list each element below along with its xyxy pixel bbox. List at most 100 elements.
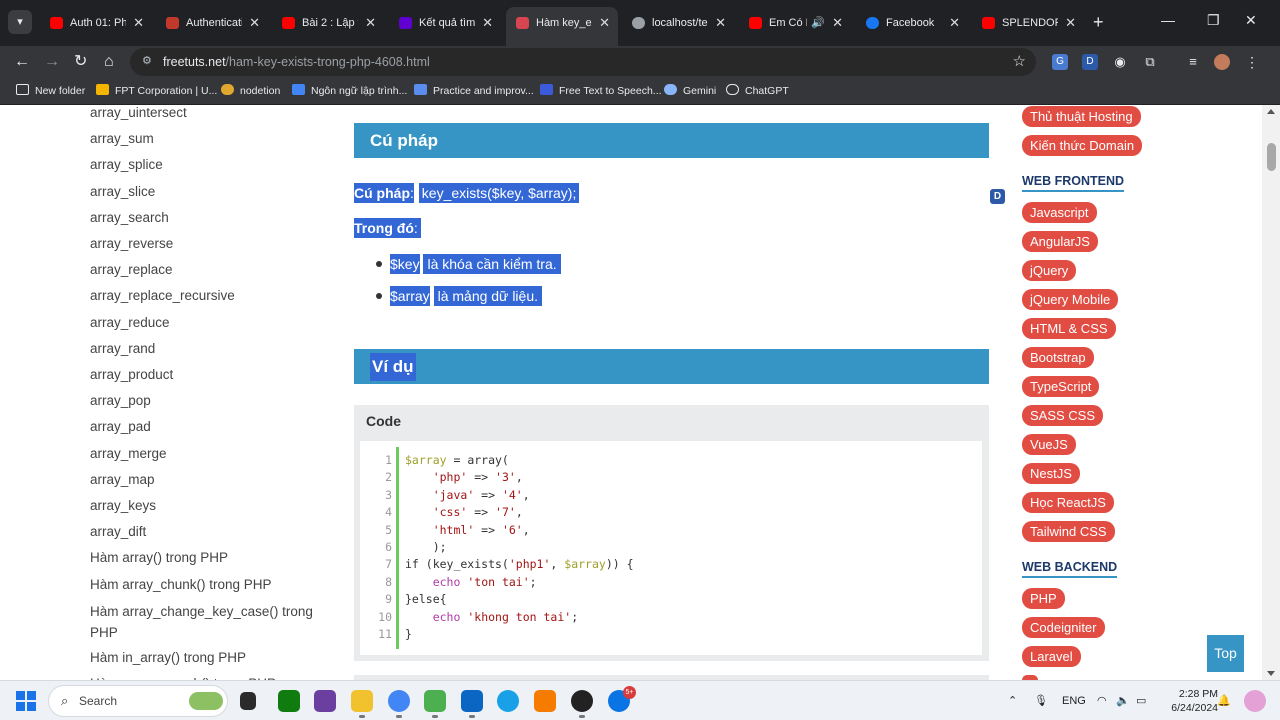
- tag-link[interactable]: Bootstrap: [1022, 347, 1094, 368]
- menu-link[interactable]: array_reverse: [90, 231, 330, 257]
- back-to-top-button[interactable]: Top: [1207, 635, 1244, 672]
- tag-link[interactable]: VueJS: [1022, 434, 1076, 455]
- kebab-menu-icon[interactable]: ⋮: [1244, 54, 1260, 70]
- bookmark-item[interactable]: FPT Corporation | U...: [96, 78, 217, 104]
- windows-start-icon[interactable]: [16, 691, 36, 711]
- tag-link[interactable]: Javascript: [1022, 202, 1097, 223]
- menu-link[interactable]: array_rand: [90, 336, 330, 362]
- browser-tab[interactable]: Bài 2 : Lập trì ✕: [272, 7, 384, 39]
- taskbar-search[interactable]: ⌕ Search: [48, 685, 228, 717]
- menu-link[interactable]: array_map: [90, 467, 330, 493]
- system-clock[interactable]: 2:28 PM 6/24/2024: [1158, 687, 1218, 715]
- close-icon[interactable]: ✕: [482, 7, 493, 39]
- translate-extension-icon[interactable]: G: [1052, 54, 1068, 70]
- bookmark-item[interactable]: Gemini: [664, 78, 716, 104]
- bookmark-item[interactable]: Ngôn ngữ lập trình...: [292, 78, 407, 104]
- copilot-icon[interactable]: [1244, 690, 1266, 712]
- browser-tab[interactable]: Kết quả tìm k ✕: [389, 7, 501, 39]
- minimize-icon[interactable]: —: [1161, 12, 1175, 28]
- language-indicator[interactable]: ENG: [1062, 681, 1086, 720]
- scroll-thumb[interactable]: [1267, 143, 1276, 171]
- forward-arrow-icon[interactable]: →: [44, 51, 60, 73]
- bookmark-item[interactable]: ChatGPT: [726, 78, 789, 104]
- window-close-icon[interactable]: ✕: [1245, 12, 1257, 29]
- menu-link[interactable]: array_dift: [90, 519, 330, 545]
- browser-tab[interactable]: Authentication ✕: [156, 7, 268, 39]
- speaker-icon[interactable]: 🔊: [811, 7, 825, 39]
- task-view-icon[interactable]: [240, 692, 256, 710]
- tag-link[interactable]: jQuery Mobile: [1022, 289, 1119, 310]
- file-explorer-icon[interactable]: [351, 690, 373, 718]
- volume-icon[interactable]: 🔈: [1116, 681, 1130, 720]
- address-url[interactable]: freetuts.net/ham-key-exists-trong-php-46…: [163, 48, 430, 76]
- new-tab-plus-icon[interactable]: +: [1093, 11, 1104, 33]
- battery-icon[interactable]: ▭: [1136, 681, 1146, 720]
- menu-link[interactable]: Hàm in_array() trong PHP: [90, 645, 330, 671]
- bookmark-item[interactable]: New folder: [16, 78, 85, 104]
- tag-link[interactable]: Học ReactJS: [1022, 492, 1114, 513]
- extensions-puzzle-icon[interactable]: ⧉: [1142, 54, 1158, 70]
- menu-link[interactable]: Hàm array_change_key_case() trong PHP: [90, 598, 330, 645]
- edge-icon[interactable]: [497, 690, 519, 712]
- close-icon[interactable]: ✕: [599, 7, 610, 39]
- tag-link[interactable]: TypeScript: [1022, 376, 1100, 397]
- bookmark-item[interactable]: Practice and improv...: [414, 78, 534, 104]
- menu-link[interactable]: array_product: [90, 362, 330, 388]
- menu-link[interactable]: array_pad: [90, 414, 330, 440]
- tag-link[interactable]: Kiến thức Domain: [1022, 135, 1143, 156]
- xampp-icon[interactable]: [534, 690, 556, 712]
- browser-tab[interactable]: Em Có N 🔊 ✕: [739, 7, 851, 39]
- tag-link[interactable]: PHP: [1022, 588, 1065, 609]
- menu-link[interactable]: array_slice: [90, 179, 330, 205]
- browser-tab[interactable]: SPLENDOR N ✕: [972, 7, 1084, 39]
- github-desktop-icon[interactable]: [571, 690, 593, 718]
- notification-bell-icon[interactable]: 🔔: [1217, 681, 1231, 720]
- bookmark-item[interactable]: Free Text to Speech...: [540, 78, 662, 104]
- d-extension-icon[interactable]: D: [1082, 54, 1098, 70]
- close-icon[interactable]: ✕: [1065, 7, 1076, 39]
- vscode-icon[interactable]: [461, 690, 483, 718]
- close-icon[interactable]: ✕: [365, 7, 376, 39]
- tag-link[interactable]: AngularJS: [1022, 231, 1098, 252]
- close-icon[interactable]: ✕: [249, 7, 260, 39]
- menu-link[interactable]: Hàm array_search() trong PHP: [90, 671, 330, 680]
- bookmark-star-icon[interactable]: ☆: [1013, 52, 1026, 70]
- menu-link[interactable]: array_replace_recursive: [90, 283, 330, 309]
- page-scrollbar[interactable]: [1262, 105, 1280, 680]
- browser-tab[interactable]: Auth 01: Phân ✕: [40, 7, 152, 39]
- menu-link[interactable]: array_replace: [90, 257, 330, 283]
- menu-link[interactable]: array_pop: [90, 388, 330, 414]
- xbox-icon[interactable]: [278, 690, 300, 712]
- zalo-icon[interactable]: 5+: [608, 686, 636, 712]
- reading-list-icon[interactable]: ≡: [1185, 54, 1201, 70]
- tag-link[interactable]: Laravel: [1022, 646, 1081, 667]
- tag-link[interactable]: NestJS: [1022, 463, 1080, 484]
- tag-link[interactable]: Thủ thuật Hosting: [1022, 106, 1141, 127]
- restore-icon[interactable]: ❐: [1207, 12, 1220, 29]
- site-info-icon[interactable]: ⚙: [142, 54, 156, 68]
- tag-link[interactable]: Tailwind CSS: [1022, 521, 1115, 542]
- menu-link[interactable]: array_search: [90, 205, 330, 231]
- browser-tab[interactable]: Facebook ✕: [856, 7, 968, 39]
- tag-link[interactable]: jQuery: [1022, 260, 1077, 281]
- menu-link[interactable]: Hàm array_chunk() trong PHP: [90, 572, 330, 598]
- tag-link[interactable]: Codeigniter: [1022, 617, 1105, 638]
- menu-link[interactable]: array_merge: [90, 441, 330, 467]
- close-icon[interactable]: ✕: [133, 7, 144, 39]
- camera-extension-icon[interactable]: ◉: [1112, 54, 1128, 70]
- home-icon[interactable]: ⌂: [104, 51, 114, 73]
- browser-tab[interactable]: localhost/test ✕: [622, 7, 734, 39]
- menu-link[interactable]: array_sum: [90, 126, 330, 152]
- menu-link[interactable]: array_uintersect: [90, 105, 330, 126]
- tag-link[interactable]: SASS CSS: [1022, 405, 1104, 426]
- notepad-icon[interactable]: [424, 690, 446, 718]
- menu-link[interactable]: array_keys: [90, 493, 330, 519]
- menu-link[interactable]: array_reduce: [90, 310, 330, 336]
- back-arrow-icon[interactable]: ←: [14, 51, 30, 73]
- tab-search-chevron-icon[interactable]: ▾: [8, 10, 32, 34]
- menu-link[interactable]: Hàm array() trong PHP: [90, 545, 330, 571]
- chevron-up-icon[interactable]: ⌃: [1008, 681, 1017, 720]
- close-icon[interactable]: ✕: [832, 7, 843, 39]
- close-icon[interactable]: ✕: [949, 7, 960, 39]
- tag-link[interactable]: HTML & CSS: [1022, 318, 1116, 339]
